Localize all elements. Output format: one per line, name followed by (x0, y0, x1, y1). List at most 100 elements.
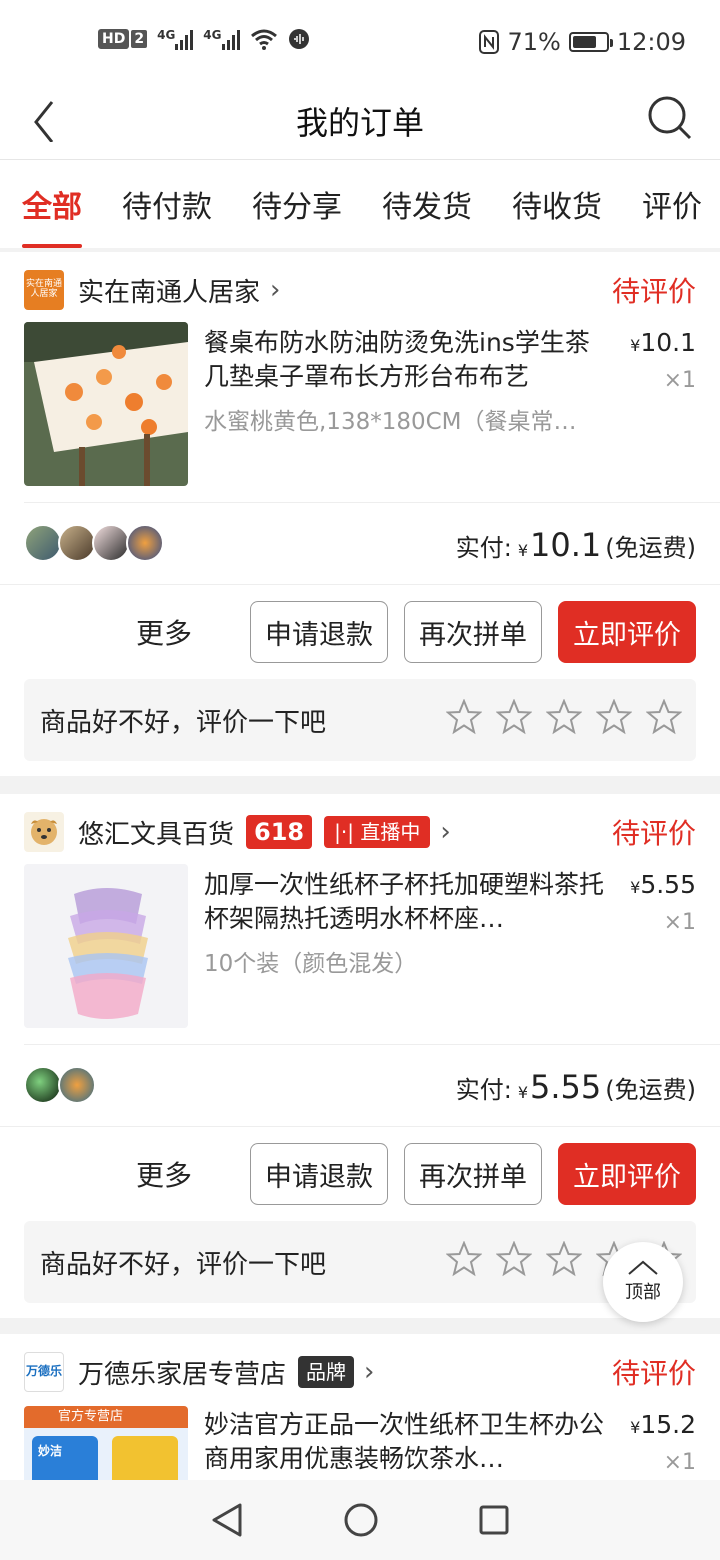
review-prompt: 商品好不好，评价一下吧 (40, 707, 327, 738)
review-bar[interactable]: 商品好不好，评价一下吧 (24, 1221, 696, 1303)
618-badge: 618 (246, 815, 313, 849)
divider (24, 502, 720, 503)
audio-icon (288, 29, 309, 49)
star-icon[interactable] (446, 1241, 482, 1277)
product-image[interactable] (24, 864, 188, 1028)
network-1: 4G (157, 28, 194, 50)
network-2: 4G (203, 28, 240, 50)
divider (0, 1126, 720, 1127)
star-icon[interactable] (496, 699, 532, 735)
star-icon[interactable] (446, 699, 482, 735)
order-status: 待评价 (611, 1357, 696, 1390)
product-title[interactable]: 妙洁官方正品一次性纸杯卫生杯办公商用家用优惠装畅饮茶水… (204, 1408, 608, 1476)
paid-label: 实付: (455, 1076, 512, 1104)
nav-back-icon[interactable] (210, 1502, 244, 1538)
order-card: 实在南通人居家 实在南通人居家 › 待评价 餐桌布防水防油防烫免洗ins学生茶几… (0, 252, 720, 776)
battery-percent: 71% (507, 28, 561, 56)
tab-all[interactable]: 全部 (22, 182, 82, 248)
network-1-label: 4G (157, 28, 176, 42)
product-price: ¥5.55 (630, 870, 696, 899)
avatar (92, 524, 130, 562)
store-row[interactable]: 实在南通人居家 实在南通人居家 › (24, 270, 696, 310)
tab-review[interactable]: 评价 (642, 182, 702, 226)
group-avatars (24, 524, 164, 562)
system-nav-bar (0, 1480, 720, 1560)
nav-home-icon[interactable] (343, 1502, 379, 1538)
price-symbol: ¥ (630, 878, 641, 897)
search-icon[interactable] (646, 94, 694, 142)
regroup-button[interactable]: 再次拼单 (404, 1143, 542, 1205)
product-title[interactable]: 加厚一次性纸杯子杯托加硬塑料茶托杯架隔热托透明水杯杯座… (204, 868, 608, 936)
star-icon[interactable] (496, 1241, 532, 1277)
star-icon[interactable] (546, 699, 582, 735)
paid-symbol: ¥ (517, 1083, 529, 1102)
more-button[interactable]: 更多 (136, 612, 192, 652)
product-title[interactable]: 餐桌布防水防油防烫免洗ins学生茶几垫桌子罩布长方形台布布艺 (204, 326, 608, 394)
clock: 12:09 (616, 28, 686, 56)
wifi-icon (250, 29, 277, 50)
shipping-note: (免运费) (605, 534, 696, 562)
paid-symbol: ¥ (517, 541, 529, 560)
hd-badge: HD (98, 29, 130, 49)
product-image-banner: 官方专营店 (24, 1406, 188, 1428)
refund-button[interactable]: 申请退款 (250, 601, 388, 663)
back-to-top-button[interactable]: 顶部 (603, 1242, 683, 1322)
price-value: 5.55 (640, 870, 696, 899)
sim-label: 2 (131, 30, 148, 48)
order-actions: 更多 申请退款 再次拼单 立即评价 (136, 1143, 696, 1205)
paid-row: 实付: ¥ 5.55 (免运费) (456, 1068, 696, 1106)
order-actions: 更多 申请退款 再次拼单 立即评价 (136, 601, 696, 663)
divider (0, 584, 720, 585)
review-now-button[interactable]: 立即评价 (558, 601, 696, 663)
product-price: ¥15.2 (630, 1410, 696, 1439)
regroup-button[interactable]: 再次拼单 (404, 601, 542, 663)
back-to-top-label: 顶部 (625, 1282, 661, 1303)
product-qty: ×1 (663, 910, 696, 935)
product-qty: ×1 (663, 368, 696, 393)
product-price: ¥10.1 (630, 328, 696, 357)
avatar (24, 1066, 62, 1104)
header: 我的订单 (0, 88, 720, 160)
battery-fill (572, 36, 596, 48)
status-right: 71% 12:09 (479, 28, 686, 56)
review-now-button[interactable]: 立即评价 (558, 1143, 696, 1205)
store-name: 悠汇文具百货 (78, 819, 235, 850)
star-icon[interactable] (596, 699, 632, 735)
order-card: 万德乐 万德乐家居专营店 品牌 › 待评价 官方专营店 妙洁 妙洁官方正品一次性… (0, 1334, 720, 1480)
store-row[interactable]: 万德乐 万德乐家居专营店 品牌 › (24, 1352, 696, 1392)
order-status: 待评价 (611, 275, 696, 308)
signal-icon (221, 28, 240, 50)
tab-pending-receive[interactable]: 待收货 (512, 182, 602, 226)
store-name: 万德乐家居专营店 (78, 1359, 287, 1390)
live-label: 直播中 (360, 820, 421, 844)
tab-pending-payment[interactable]: 待付款 (122, 182, 212, 226)
star-icon[interactable] (646, 699, 682, 735)
product-image[interactable]: 官方专营店 妙洁 (24, 1406, 188, 1480)
tab-pending-share[interactable]: 待分享 (252, 182, 342, 226)
review-bar[interactable]: 商品好不好，评价一下吧 (24, 679, 696, 761)
avatar (24, 524, 62, 562)
product-spec: 水蜜桃黄色,138*180CM（餐桌常… (204, 409, 577, 435)
tab-pending-ship[interactable]: 待发货 (382, 182, 472, 226)
more-button[interactable]: 更多 (136, 1154, 192, 1194)
store-logo (24, 812, 64, 852)
network-2-label: 4G (203, 28, 222, 42)
star-icon[interactable] (546, 1241, 582, 1277)
product-qty: ×1 (663, 1450, 696, 1475)
product-image[interactable] (24, 322, 188, 486)
avatar (58, 524, 96, 562)
nav-recents-icon[interactable] (478, 1504, 510, 1536)
page-title: 我的订单 (295, 104, 424, 142)
store-row[interactable]: 悠汇文具百货 618 |·| 直播中 › (24, 812, 696, 852)
order-status: 待评价 (611, 817, 696, 850)
chevron-up-icon (628, 1260, 658, 1275)
review-prompt: 商品好不好，评价一下吧 (40, 1249, 327, 1280)
star-rating (446, 699, 682, 735)
signal-icon (175, 28, 194, 50)
order-card: 悠汇文具百货 618 |·| 直播中 › 待评价 加厚一次性纸杯子杯托加硬塑料茶… (0, 794, 720, 1318)
live-bars-icon: |·| (334, 820, 354, 844)
paid-amount: 10.1 (530, 526, 602, 564)
refund-button[interactable]: 申请退款 (250, 1143, 388, 1205)
price-value: 15.2 (640, 1410, 696, 1439)
price-symbol: ¥ (630, 1418, 641, 1437)
